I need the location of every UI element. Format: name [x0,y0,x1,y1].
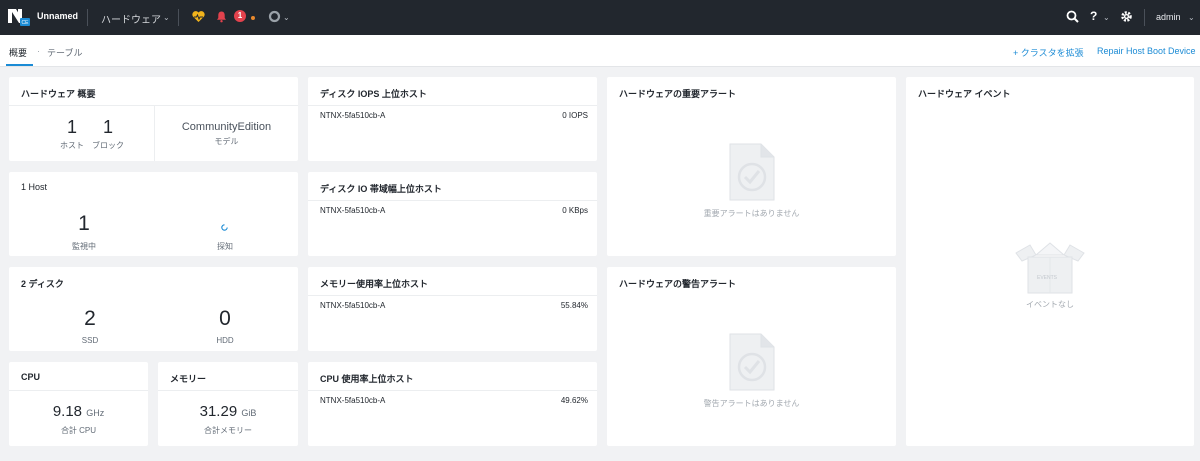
divider [308,295,597,296]
card-title: CPU [21,372,41,382]
empty-document-icon [729,143,775,201]
warning-alerts-card: ハードウェアの警告アラート 警告アラートはありません [607,267,896,446]
divider [308,390,597,391]
top-host-value: 0 IOPS [562,111,588,120]
memory-value: 31.29 [199,403,238,420]
active-tab-indicator [6,64,33,66]
bell-alert-icon[interactable] [215,10,228,23]
tab-separator: · [37,46,40,56]
svg-text:CE: CE [22,20,30,26]
loading-spinner-icon [221,224,228,231]
card-title: メモリー使用率上位ホスト [320,279,429,289]
divider [87,9,88,26]
blocks-count[interactable]: 1 [93,117,123,138]
chevron-down-icon[interactable]: ⌄ [283,13,290,22]
cpu-usage-top-hosts-card: CPU 使用率上位ホスト NTNX-5fa510cb-A 49.62% [308,362,597,446]
task-status-dot [251,16,255,20]
blocks-label: ブロック [92,141,124,150]
top-host-name[interactable]: NTNX-5fa510cb-A [320,111,385,120]
top-host-value: 49.62% [560,396,588,405]
memory-unit: GiB [241,408,257,418]
divider [9,390,148,391]
memory-card: メモリー 31.29 GiB 合計メモリー [158,362,298,446]
cpu-value: 9.18 [52,403,83,420]
disk-io-bandwidth-top-hosts-card: ディスク IO 帯域幅上位ホスト NTNX-5fa510cb-A 0 KBps [308,172,597,256]
alert-count-badge[interactable]: 1 [234,10,246,22]
empty-document-icon [729,333,775,391]
health-heart-icon[interactable] [192,10,205,23]
empty-state-label: 重要アラートはありません [703,209,800,218]
top-host-name[interactable]: NTNX-5fa510cb-A [320,396,385,405]
hosts-count[interactable]: 1 [57,117,87,138]
cpu-label: 合計 CPU [60,426,97,435]
chevron-down-icon[interactable]: ⌄ [1188,13,1195,22]
tab-overview[interactable]: 概要 [9,46,27,59]
cpu-total-value: 9.18 GHz [9,403,148,420]
hdd-label: HDD [216,336,234,345]
top-host-name[interactable]: NTNX-5fa510cb-A [320,301,385,310]
card-title: CPU 使用率上位ホスト [320,374,414,384]
monitored-count[interactable]: 1 [64,212,104,236]
disk-iops-top-hosts-card: ディスク IOPS 上位ホスト NTNX-5fa510cb-A 0 IOPS [308,77,597,161]
memory-usage-top-hosts-card: メモリー使用率上位ホスト NTNX-5fa510cb-A 55.84% [308,267,597,351]
divider [158,390,298,391]
card-title: 2 ディスク [21,279,64,289]
main-menu-label[interactable]: ハードウェア [101,11,161,26]
critical-alerts-card: ハードウェアの重要アラート 重要アラートはありません [607,77,896,256]
top-navigation-bar: CE Unnamed ハードウェア ⌄ 1 ⌄ ? ⌄ admin ⌄ [0,0,1200,35]
card-title: ハードウェアの警告アラート [619,279,737,289]
top-host-value: 55.84% [560,301,588,310]
divider [308,200,597,201]
model-label: モデル [214,137,239,146]
nutanix-logo-icon[interactable]: CE [8,9,30,26]
card-title: 1 Host [21,182,48,192]
divider [1144,9,1145,26]
empty-box-icon: EVENTS [1015,242,1085,294]
top-host-value: 0 KBps [562,206,588,215]
hosts-label: ホスト [60,141,84,150]
chevron-down-icon[interactable]: ⌄ [1103,13,1110,22]
user-menu[interactable]: admin [1156,12,1181,22]
card-title: ディスク IO 帯域幅上位ホスト [320,184,442,194]
divider [308,105,597,106]
chevron-down-icon[interactable]: ⌄ [163,13,170,22]
events-box-text: EVENTS [1037,275,1058,281]
empty-state-label: イベントなし [1026,300,1074,309]
view-tab-bar: 概要 · テーブル + クラスタを拡張 Repair Host Boot Dev… [0,35,1200,67]
hdd-count[interactable]: 0 [205,307,245,331]
ssd-label: SSD [81,336,99,345]
hardware-events-card: ハードウェア イベント EVENTS イベントなし [906,77,1194,446]
card-title: ハードウェア イベント [918,89,1011,99]
divider [154,106,155,161]
card-title: ハードウェア 概要 [21,89,96,99]
cpu-card: CPU 9.18 GHz 合計 CPU [9,362,148,446]
host-card: 1 Host 1 監視中 探知 [9,172,298,256]
repair-host-boot-device-link[interactable]: Repair Host Boot Device [1097,46,1196,56]
cpu-unit: GHz [86,408,105,418]
task-ring-icon[interactable] [268,10,281,23]
discovered-label: 探知 [217,242,233,251]
divider [178,9,179,26]
memory-total-value: 31.29 GiB [158,403,298,420]
hardware-summary-card: ハードウェア 概要 1 ホスト 1 ブロック CommunityEdition … [9,77,298,161]
cluster-name[interactable]: Unnamed [37,11,78,21]
top-host-name[interactable]: NTNX-5fa510cb-A [320,206,385,215]
tab-table[interactable]: テーブル [47,46,82,59]
empty-state-label: 警告アラートはありません [703,399,800,408]
help-icon[interactable]: ? [1090,9,1097,23]
gear-icon[interactable] [1120,10,1133,23]
card-title: ディスク IOPS 上位ホスト [320,89,427,99]
monitored-label: 監視中 [72,242,96,251]
model-value: CommunityEdition [181,121,272,133]
memory-label: 合計メモリー [204,426,252,435]
ssd-count[interactable]: 2 [70,307,110,331]
search-icon[interactable] [1066,10,1079,23]
disk-card: 2 ディスク 2 SSD 0 HDD [9,267,298,351]
card-title: ハードウェアの重要アラート [619,89,737,99]
expand-cluster-link[interactable]: + クラスタを拡張 [1013,46,1084,59]
card-title: メモリー [170,374,207,384]
